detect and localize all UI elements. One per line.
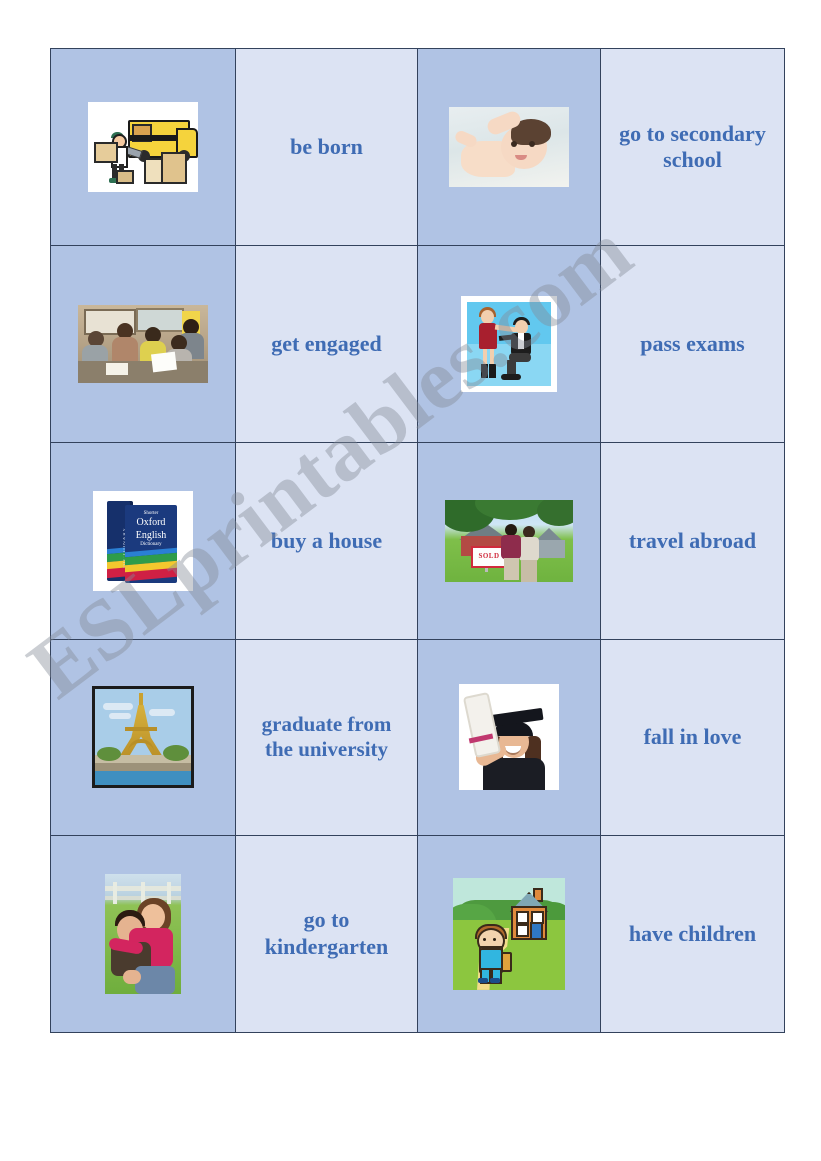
graduate-with-diploma-photo	[459, 684, 559, 791]
card-image-classroom	[50, 245, 236, 444]
book-title-english: English	[135, 529, 167, 541]
phrase-label: buy a house	[270, 527, 383, 553]
phrase-label: travel abroad	[628, 527, 757, 553]
card-image-graduate	[417, 638, 601, 836]
card-phrase-graduate-from-the-university: graduate from the university	[235, 638, 418, 836]
table-row: go to kindergarten have children	[50, 834, 785, 1034]
oxford-dictionary-books-photo: DICTIONARY Shorter Oxford English Dictio…	[93, 490, 193, 591]
card-phrase-be-born: be born	[235, 47, 418, 247]
card-image-eiffel-tower	[50, 638, 236, 836]
classroom-students-photo	[78, 305, 208, 384]
boy-walking-home-illustration	[453, 877, 565, 990]
table-row: be born go to secondary school	[50, 47, 785, 247]
phrase-label: have children	[628, 920, 757, 946]
card-phrase-go-to-secondary-school: go to secondary school	[600, 47, 785, 247]
couple-piggyback-photo	[105, 873, 181, 994]
card-phrase-get-engaged: get engaged	[235, 245, 418, 444]
card-image-boy-walking-home	[417, 834, 601, 1034]
table-row: get engaged pass exams	[50, 245, 785, 444]
newborn-baby-photo	[449, 107, 569, 188]
card-image-couple-piggyback	[50, 834, 236, 1034]
couple-buying-house-photo: SOLD	[445, 499, 573, 582]
card-image-moving-truck	[50, 47, 236, 247]
phrase-label: be born	[290, 133, 363, 159]
phrase-label: pass exams	[640, 331, 745, 357]
card-image-house-sold: SOLD	[417, 442, 601, 640]
book-title-oxford: Oxford	[136, 517, 166, 529]
table-row: DICTIONARY Shorter Oxford English Dictio…	[50, 442, 785, 640]
matching-cards-table: be born go to secondary school get engag…	[50, 47, 785, 1034]
card-phrase-travel-abroad: travel abroad	[600, 442, 785, 640]
card-phrase-pass-exams: pass exams	[600, 245, 785, 444]
book-title-dictionary: Dictionary	[140, 542, 162, 548]
marriage-proposal-illustration	[461, 296, 557, 393]
phrase-label: go to kindergarten	[264, 907, 389, 959]
card-image-dictionary: DICTIONARY Shorter Oxford English Dictio…	[50, 442, 236, 640]
moving-truck-illustration	[88, 102, 198, 193]
card-phrase-fall-in-love: fall in love	[600, 638, 785, 836]
phrase-label: fall in love	[643, 723, 742, 749]
worksheet-page: be born go to secondary school get engag…	[0, 0, 821, 1161]
table-row: graduate from the university fall in lov…	[50, 638, 785, 836]
card-phrase-buy-a-house: buy a house	[235, 442, 418, 640]
phrase-label: graduate from the university	[261, 711, 392, 762]
card-phrase-go-to-kindergarten: go to kindergarten	[235, 834, 418, 1034]
card-image-newborn-baby	[417, 47, 601, 247]
eiffel-tower-illustration	[92, 686, 194, 789]
phrase-label: get engaged	[271, 331, 382, 357]
card-phrase-have-children: have children	[600, 834, 785, 1034]
phrase-label: go to secondary school	[619, 120, 766, 173]
card-image-proposal	[417, 245, 601, 444]
